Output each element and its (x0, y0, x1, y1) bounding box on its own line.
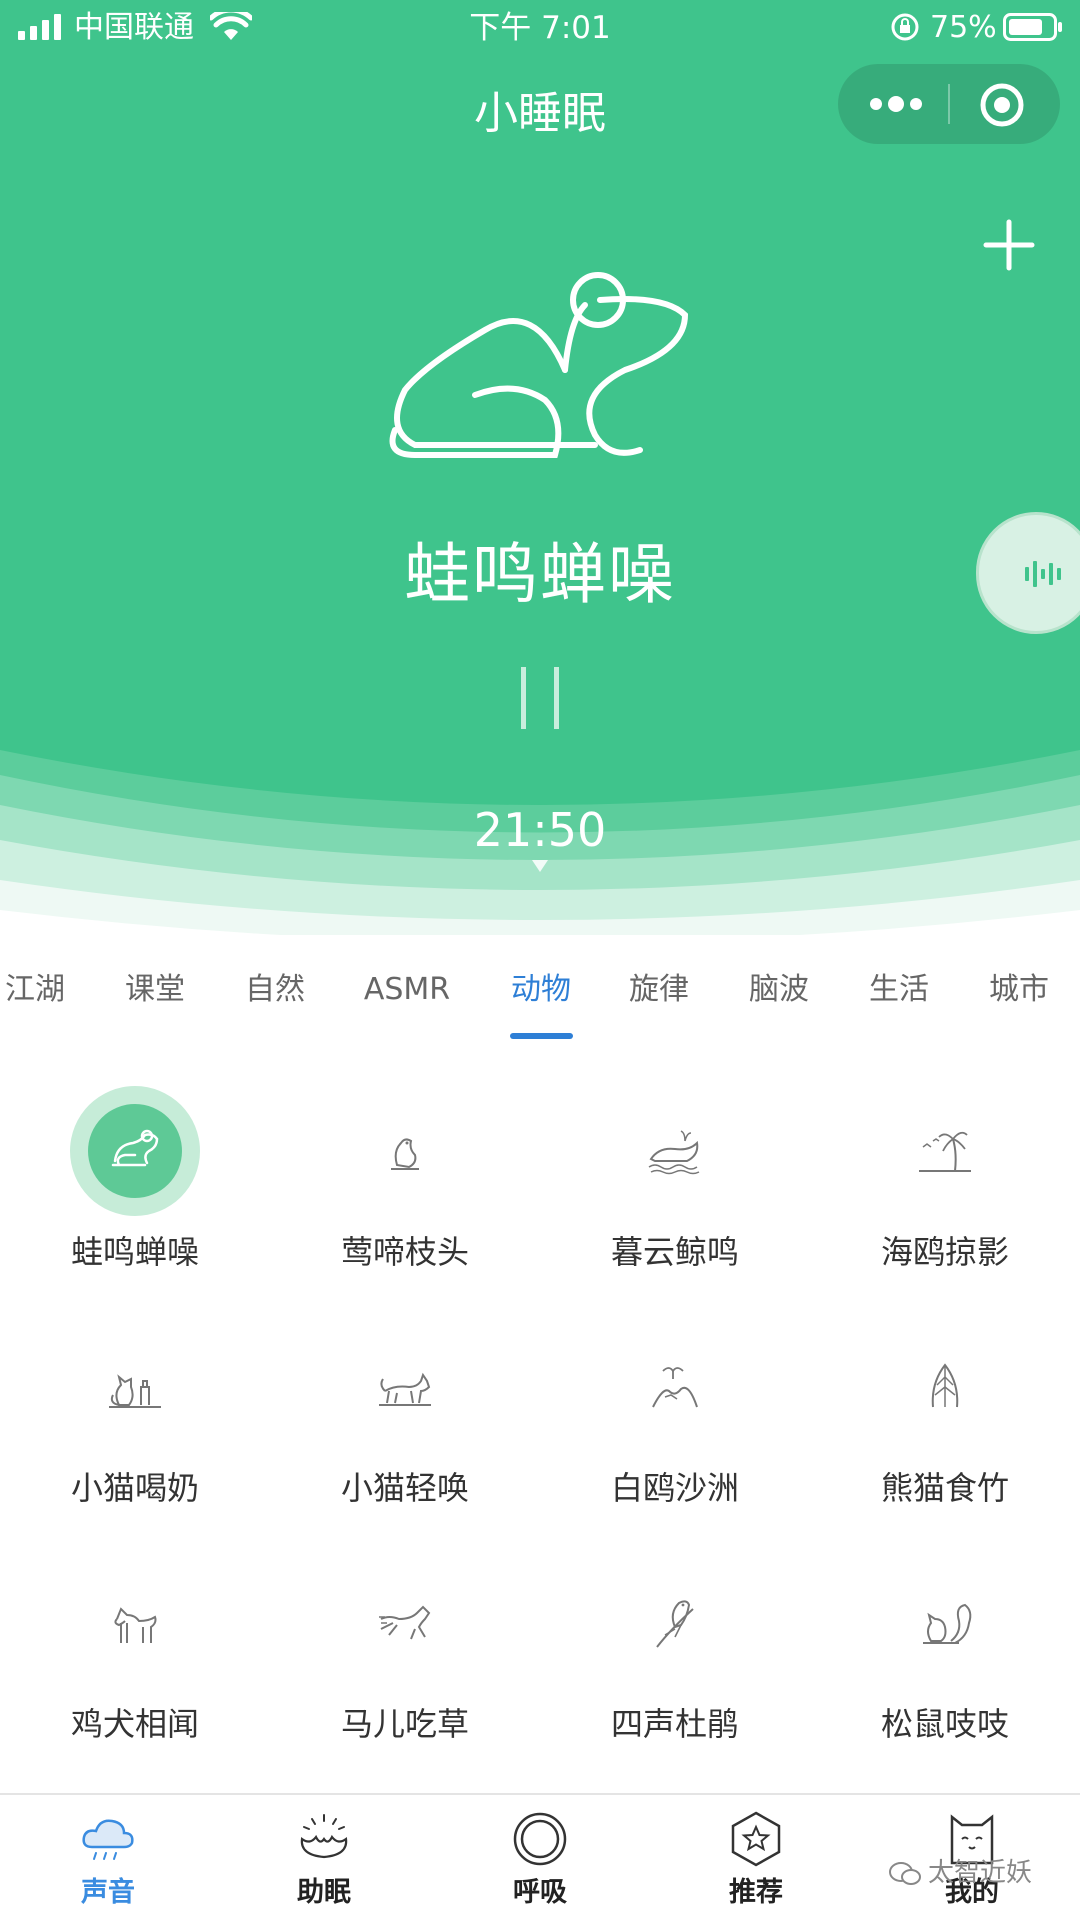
lotus-icon (300, 1814, 348, 1859)
sound-label: 莺啼枝头 (340, 1233, 469, 1271)
sound-icon-wrap (340, 1558, 470, 1688)
sound-item[interactable]: 海鸥掠影 (810, 1070, 1080, 1290)
tab-life[interactable]: 生活 (858, 950, 940, 1030)
nav-recommend[interactable]: 推荐 (648, 1795, 864, 1920)
sound-item[interactable]: 小猫轻唤 (270, 1306, 540, 1526)
tab-city[interactable]: 城市 (978, 950, 1060, 1030)
sound-icon-wrap (610, 1086, 740, 1216)
rotation-lock-icon (891, 13, 919, 41)
sound-icon-wrap (70, 1558, 200, 1688)
tab-brainwave[interactable]: 脑波 (738, 950, 820, 1030)
tab-animals[interactable]: 动物 (500, 950, 582, 1030)
gull-sandbar-icon (652, 1367, 698, 1408)
dog-icon (114, 1607, 157, 1643)
tab-melody[interactable]: 旋律 (618, 950, 700, 1030)
sound-label: 鸡犬相闻 (70, 1705, 199, 1743)
active-tab-indicator (510, 1033, 573, 1039)
mini-program-capsule (838, 64, 1060, 144)
nav-sleep-aid[interactable]: 助眠 (216, 1795, 432, 1920)
squirrel-icon (923, 1603, 972, 1644)
sound-label: 小猫轻唤 (340, 1469, 469, 1507)
breath-circle-icon (513, 1812, 567, 1866)
nav-breathe[interactable]: 呼吸 (432, 1795, 648, 1920)
cuckoo-icon (656, 1600, 694, 1648)
sound-label: 小猫喝奶 (70, 1469, 199, 1507)
status-bar: 中国联通 下午 7:01 75% (0, 0, 1080, 56)
watermark-text: 太智近妖 (928, 1858, 1033, 1888)
plus-icon[interactable] (982, 218, 1036, 272)
watermark: 太智近妖 (888, 1853, 1032, 1893)
frog-icon (111, 1129, 159, 1167)
sound-item[interactable]: 小猫喝奶 (0, 1306, 270, 1526)
sound-label: 松鼠吱吱 (880, 1705, 1009, 1743)
chevron-down-icon[interactable] (532, 860, 548, 872)
category-tabs: 江湖 课堂 自然 ASMR 动物 旋律 脑波 生活 城市 (0, 950, 1080, 1030)
sound-item[interactable]: 蛙鸣蝉噪 (0, 1070, 270, 1290)
sound-label: 熊猫食竹 (880, 1469, 1009, 1507)
sound-item[interactable]: 鸡犬相闻 (0, 1542, 270, 1762)
capsule-divider (948, 84, 950, 124)
wechat-icon (889, 1861, 921, 1885)
target-close-icon[interactable] (979, 82, 1025, 128)
nav-label: 助眠 (297, 1877, 351, 1908)
horse-icon (379, 1605, 431, 1640)
star-hexagon-icon (731, 1811, 781, 1867)
battery-percent: 75% (930, 10, 997, 45)
sound-item[interactable]: 松鼠吱吱 (810, 1542, 1080, 1762)
cat-walking-icon (379, 1372, 431, 1406)
nav-sound[interactable]: 声音 (0, 1795, 216, 1920)
sound-icon-wrap (70, 1322, 200, 1452)
sound-icon-wrap (880, 1322, 1010, 1452)
player-header: 中国联通 下午 7:01 75% 小睡眠 蛙鸣蝉噪 21:50 (0, 0, 1080, 935)
whale-icon (648, 1130, 700, 1175)
sound-label: 四声杜鹃 (610, 1705, 739, 1743)
sound-label: 白鸥沙洲 (610, 1469, 739, 1507)
nav-label: 声音 (81, 1877, 135, 1908)
frog-icon (389, 272, 689, 458)
cat-milk-icon (109, 1374, 161, 1408)
sound-icon-wrap (610, 1322, 740, 1452)
tab-nature[interactable]: 自然 (234, 950, 316, 1030)
sound-item[interactable]: 莺啼枝头 (270, 1070, 540, 1290)
sound-item[interactable]: 四声杜鹃 (540, 1542, 810, 1762)
sound-item[interactable]: 白鸥沙洲 (540, 1306, 810, 1526)
nav-label: 呼吸 (513, 1877, 567, 1908)
sound-label: 暮云鲸鸣 (610, 1233, 739, 1271)
sound-item[interactable]: 暮云鲸鸣 (540, 1070, 810, 1290)
sound-icon-selected (70, 1086, 200, 1216)
sound-wave-icon (1025, 561, 1061, 587)
sound-icon-wrap (880, 1558, 1010, 1688)
sound-label: 马儿吃草 (340, 1705, 469, 1743)
pause-icon[interactable] (516, 665, 564, 731)
tab-jianghu[interactable]: 江湖 (0, 950, 70, 1030)
sound-item[interactable]: 马儿吃草 (270, 1542, 540, 1762)
nav-label: 推荐 (729, 1877, 783, 1908)
tab-classroom[interactable]: 课堂 (114, 950, 196, 1030)
tab-asmr[interactable]: ASMR (354, 950, 460, 1030)
more-dots-icon[interactable] (868, 88, 924, 120)
sound-icon-wrap (340, 1086, 470, 1216)
sound-icon-wrap (610, 1558, 740, 1688)
cloud-rain-icon (82, 1819, 134, 1860)
sound-icon-wrap (340, 1322, 470, 1452)
palm-seagull-icon (919, 1131, 971, 1172)
sound-label: 海鸥掠影 (880, 1233, 1009, 1271)
bamboo-icon (931, 1363, 959, 1408)
sleep-timer[interactable]: 21:50 (0, 800, 1080, 860)
songbird-icon (391, 1138, 419, 1170)
battery-icon (1003, 13, 1062, 41)
now-playing-title: 蛙鸣蝉噪 (404, 536, 676, 613)
sound-icon-wrap (880, 1086, 1010, 1216)
sound-label: 蛙鸣蝉噪 (70, 1233, 199, 1271)
sound-item[interactable]: 熊猫食竹 (810, 1306, 1080, 1526)
